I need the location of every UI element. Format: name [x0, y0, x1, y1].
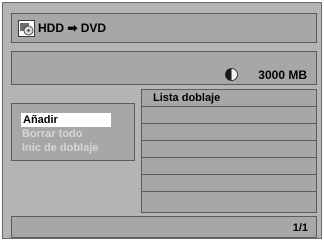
title-bar: HDD ➡ DVD: [11, 13, 317, 43]
disc-info-panel: 3000 MB: [11, 51, 317, 85]
list-item[interactable]: [142, 192, 316, 209]
disc-space-pie-icon: [225, 68, 238, 81]
list-item[interactable]: [142, 124, 316, 141]
copy-direction-title: HDD ➡ DVD: [38, 21, 106, 35]
page-indicator: 1/1: [292, 222, 308, 234]
list-item[interactable]: [142, 158, 316, 175]
osd-frame: HDD ➡ DVD 3000 MB Añadir Borrar todo Ini…: [2, 2, 322, 239]
menu-item-borrar-todo[interactable]: Borrar todo: [22, 127, 83, 141]
dubbing-list: Lista doblaje: [141, 89, 317, 213]
source-label: HDD: [38, 21, 64, 35]
capacity-value: 3000 MB: [258, 68, 307, 82]
target-label: DVD: [80, 21, 107, 35]
list-item[interactable]: [142, 175, 316, 192]
menu-item-inic-de-doblaje[interactable]: Inic de doblaje: [22, 141, 98, 155]
menu-item-anadir[interactable]: Añadir: [21, 113, 111, 127]
footer-bar: 1/1: [11, 216, 317, 238]
list-item[interactable]: [142, 141, 316, 158]
action-menu: Añadir Borrar todo Inic de doblaje: [11, 103, 135, 161]
hdd-to-dvd-icon: [18, 20, 35, 37]
arrow-right-icon: ➡: [67, 21, 78, 35]
list-item[interactable]: [142, 107, 316, 124]
dubbing-list-title: Lista doblaje: [142, 90, 316, 107]
